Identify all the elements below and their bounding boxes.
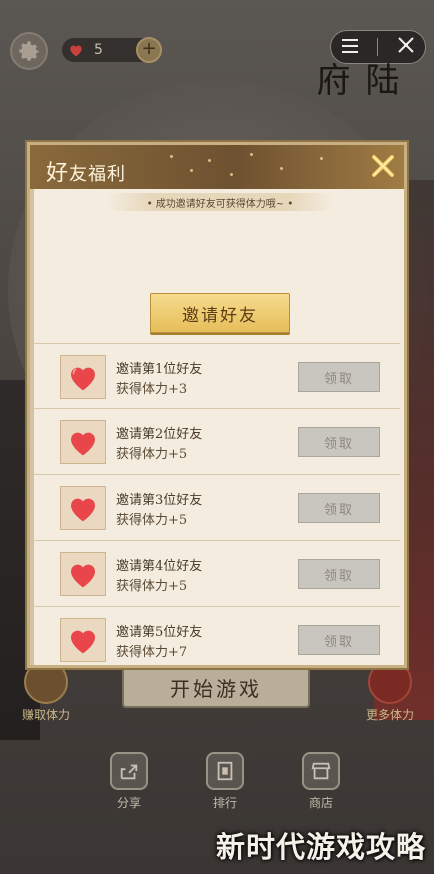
more-stamina-button[interactable]: 更多体力: [354, 660, 426, 723]
menu-button[interactable]: [340, 35, 360, 59]
invite-reward: 获得体力+5: [116, 579, 188, 594]
heart-icon: [71, 367, 95, 391]
close-icon: [372, 155, 394, 177]
invite-reward: 获得体力+5: [116, 513, 188, 528]
heart-icon: [71, 498, 95, 522]
reward-icon-box: [60, 355, 106, 399]
invite-rewards-list: 邀请第1位好友 获得体力+3 领取 邀请第2位好友 获得体力+5 领取 邀请第3…: [34, 343, 400, 663]
site-watermark: 新时代游戏攻略: [215, 830, 426, 864]
invite-hint-banner: • 成功邀请好友可获得体力哦~ •: [108, 193, 332, 211]
heart-icon: [71, 564, 95, 588]
shop-icon: [302, 752, 340, 790]
invite-title: 邀请第3位好友: [116, 493, 203, 508]
capsule-menu: [330, 30, 426, 64]
invite-friends-button[interactable]: 邀请好友: [150, 293, 290, 333]
invite-title: 邀请第4位好友: [116, 559, 203, 574]
nav-share[interactable]: 分享: [100, 752, 158, 818]
nav-rank-label: 排行: [212, 796, 237, 810]
start-game-button[interactable]: 开始游戏: [122, 666, 310, 708]
invite-title: 邀请第2位好友: [116, 427, 203, 442]
nav-share-label: 分享: [116, 796, 141, 810]
reward-icon-box: [60, 618, 106, 662]
settings-button[interactable]: [10, 32, 48, 70]
share-icon: [110, 752, 148, 790]
stamina-counter: 5 +: [62, 37, 162, 63]
dialog-header: 好友福利: [30, 145, 404, 189]
heart-icon: [71, 630, 95, 654]
top-bar: 5 + 陆府: [0, 0, 434, 98]
list-item: 邀请第3位好友 获得体力+5 领取: [34, 475, 400, 541]
dialog-title: 好友福利: [46, 161, 127, 186]
scene-title: 陆府: [310, 62, 399, 98]
claim-button[interactable]: 领取: [298, 362, 380, 392]
invite-title: 邀请第5位好友: [116, 625, 203, 640]
gear-icon: [19, 41, 39, 61]
more-stamina-label: 更多体力: [365, 708, 414, 722]
invite-reward: 获得体力+3: [116, 382, 188, 397]
menu-icon: [341, 39, 358, 53]
heart-icon: [70, 45, 82, 57]
claim-button[interactable]: 领取: [298, 427, 380, 457]
bottom-nav: 分享 排行 商店: [100, 752, 350, 818]
add-stamina-button[interactable]: +: [136, 37, 162, 63]
claim-button[interactable]: 领取: [298, 493, 380, 523]
exit-button[interactable]: [396, 35, 416, 60]
reward-icon-box: [60, 420, 106, 464]
invite-title: 邀请第1位好友: [116, 362, 203, 377]
heart-icon: [71, 432, 95, 456]
list-item: 邀请第5位好友 获得体力+7 领取: [34, 607, 400, 663]
rank-icon: [206, 752, 244, 790]
nav-rank[interactable]: 排行: [196, 752, 254, 818]
close-icon: [398, 36, 414, 53]
earn-stamina-button[interactable]: 赚取体力: [10, 660, 82, 723]
stamina-count: 5: [94, 42, 103, 58]
menu-divider: [377, 38, 379, 56]
claim-button[interactable]: 领取: [298, 625, 380, 655]
list-item: 邀请第1位好友 获得体力+3 领取: [34, 343, 400, 409]
invite-reward: 获得体力+5: [116, 447, 188, 462]
list-item: 邀请第2位好友 获得体力+5 领取: [34, 409, 400, 475]
nav-shop-label: 商店: [308, 796, 333, 810]
earn-stamina-label: 赚取体力: [21, 708, 70, 722]
invite-reward: 获得体力+7: [116, 645, 188, 660]
reward-icon-box: [60, 552, 106, 596]
claim-button[interactable]: 领取: [298, 559, 380, 589]
nav-shop[interactable]: 商店: [292, 752, 350, 818]
dialog-close-button[interactable]: [368, 151, 398, 181]
friend-rewards-dialog: 好友福利 • 成功邀请好友可获得体力哦~ • 邀请好友 邀请第1位好友 获得体力…: [27, 142, 407, 668]
list-item: 邀请第4位好友 获得体力+5 领取: [34, 541, 400, 607]
reward-icon-box: [60, 486, 106, 530]
